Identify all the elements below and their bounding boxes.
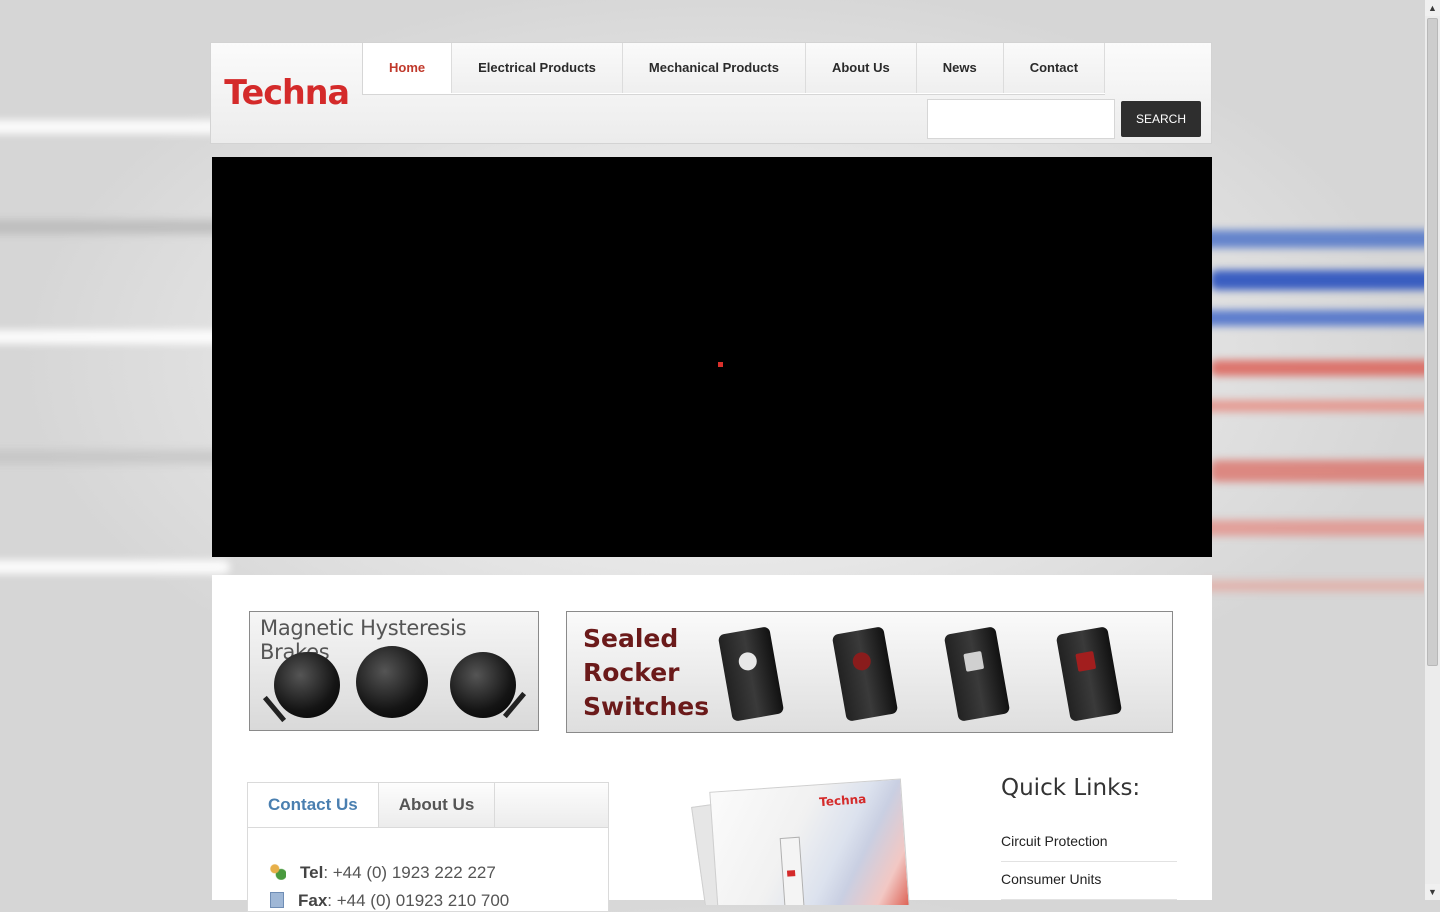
- brake-image: [274, 652, 340, 718]
- rocker-switch-image: [1055, 626, 1123, 722]
- brake-image: [356, 646, 428, 718]
- fax-value: : +44 (0) 01923 210 700: [327, 891, 510, 910]
- rocker-switch-image: [831, 626, 899, 722]
- search-button[interactable]: SEARCH: [1121, 101, 1201, 137]
- scroll-up-icon[interactable]: ▲: [1425, 0, 1440, 16]
- quick-links-title: Quick Links:: [1001, 775, 1141, 801]
- tel-value: : +44 (0) 1923 222 227: [323, 863, 496, 882]
- tab-contact-us[interactable]: Contact Us: [248, 783, 379, 827]
- nav-item-mechanical-products[interactable]: Mechanical Products: [622, 43, 806, 93]
- banner-title-line: Sealed: [583, 624, 679, 653]
- banner-title: Sealed Rocker Switches: [583, 622, 709, 724]
- nav-item-electrical-products[interactable]: Electrical Products: [452, 43, 623, 93]
- main-nav: Home Electrical Products Mechanical Prod…: [362, 43, 1106, 95]
- nav-item-news[interactable]: News: [916, 43, 1004, 93]
- loading-indicator: [718, 362, 723, 367]
- logo[interactable]: Techna: [211, 43, 361, 143]
- quick-link-consumer-units[interactable]: Consumer Units: [1001, 863, 1177, 900]
- nav-item-home[interactable]: Home: [363, 43, 453, 93]
- brake-image: [450, 652, 516, 718]
- contact-tel: Tel: +44 (0) 1923 222 227: [270, 863, 496, 883]
- logo-text: Techna: [224, 73, 350, 113]
- rocker-switch-image: [717, 626, 785, 722]
- quick-links-list: Circuit Protection Consumer Units: [1001, 825, 1177, 901]
- vertical-scrollbar[interactable]: ▲ ▼: [1424, 0, 1440, 900]
- search-input[interactable]: [927, 99, 1115, 139]
- nav-item-contact[interactable]: Contact: [1003, 43, 1106, 93]
- rocker-switch-image: [943, 626, 1011, 722]
- fax-icon: [270, 892, 284, 908]
- fax-label: Fax: [298, 891, 328, 910]
- tab-bar: Contact Us About Us: [248, 783, 608, 828]
- nav-item-about-us[interactable]: About Us: [805, 43, 917, 93]
- rocker-switches-banner[interactable]: Sealed Rocker Switches: [566, 611, 1173, 733]
- quick-link-circuit-protection[interactable]: Circuit Protection: [1001, 825, 1177, 862]
- phone-icon: [270, 864, 286, 880]
- tab-about-us[interactable]: About Us: [379, 783, 496, 827]
- contact-fax: Fax: +44 (0) 01923 210 700: [270, 891, 509, 911]
- breaker-image: [779, 836, 806, 905]
- info-tabs: Contact Us About Us Tel: +44 (0) 1923 22…: [247, 782, 609, 912]
- scroll-thumb[interactable]: [1427, 18, 1438, 666]
- brochure-logo: Techna: [818, 791, 867, 810]
- main-content: Magnetic Hysteresis Brakes Sealed Rocker…: [212, 575, 1212, 912]
- banner-title-line: Switches: [583, 692, 710, 721]
- hero-slider[interactable]: [212, 157, 1212, 557]
- scroll-down-icon[interactable]: ▼: [1425, 884, 1440, 900]
- site-header: Techna Home Electrical Products Mechanic…: [210, 42, 1212, 144]
- banner-title-line: Rocker: [583, 658, 680, 687]
- brochure-image[interactable]: Techna: [690, 775, 916, 905]
- tel-label: Tel: [300, 863, 324, 882]
- hysteresis-brakes-banner[interactable]: Magnetic Hysteresis Brakes: [249, 611, 539, 731]
